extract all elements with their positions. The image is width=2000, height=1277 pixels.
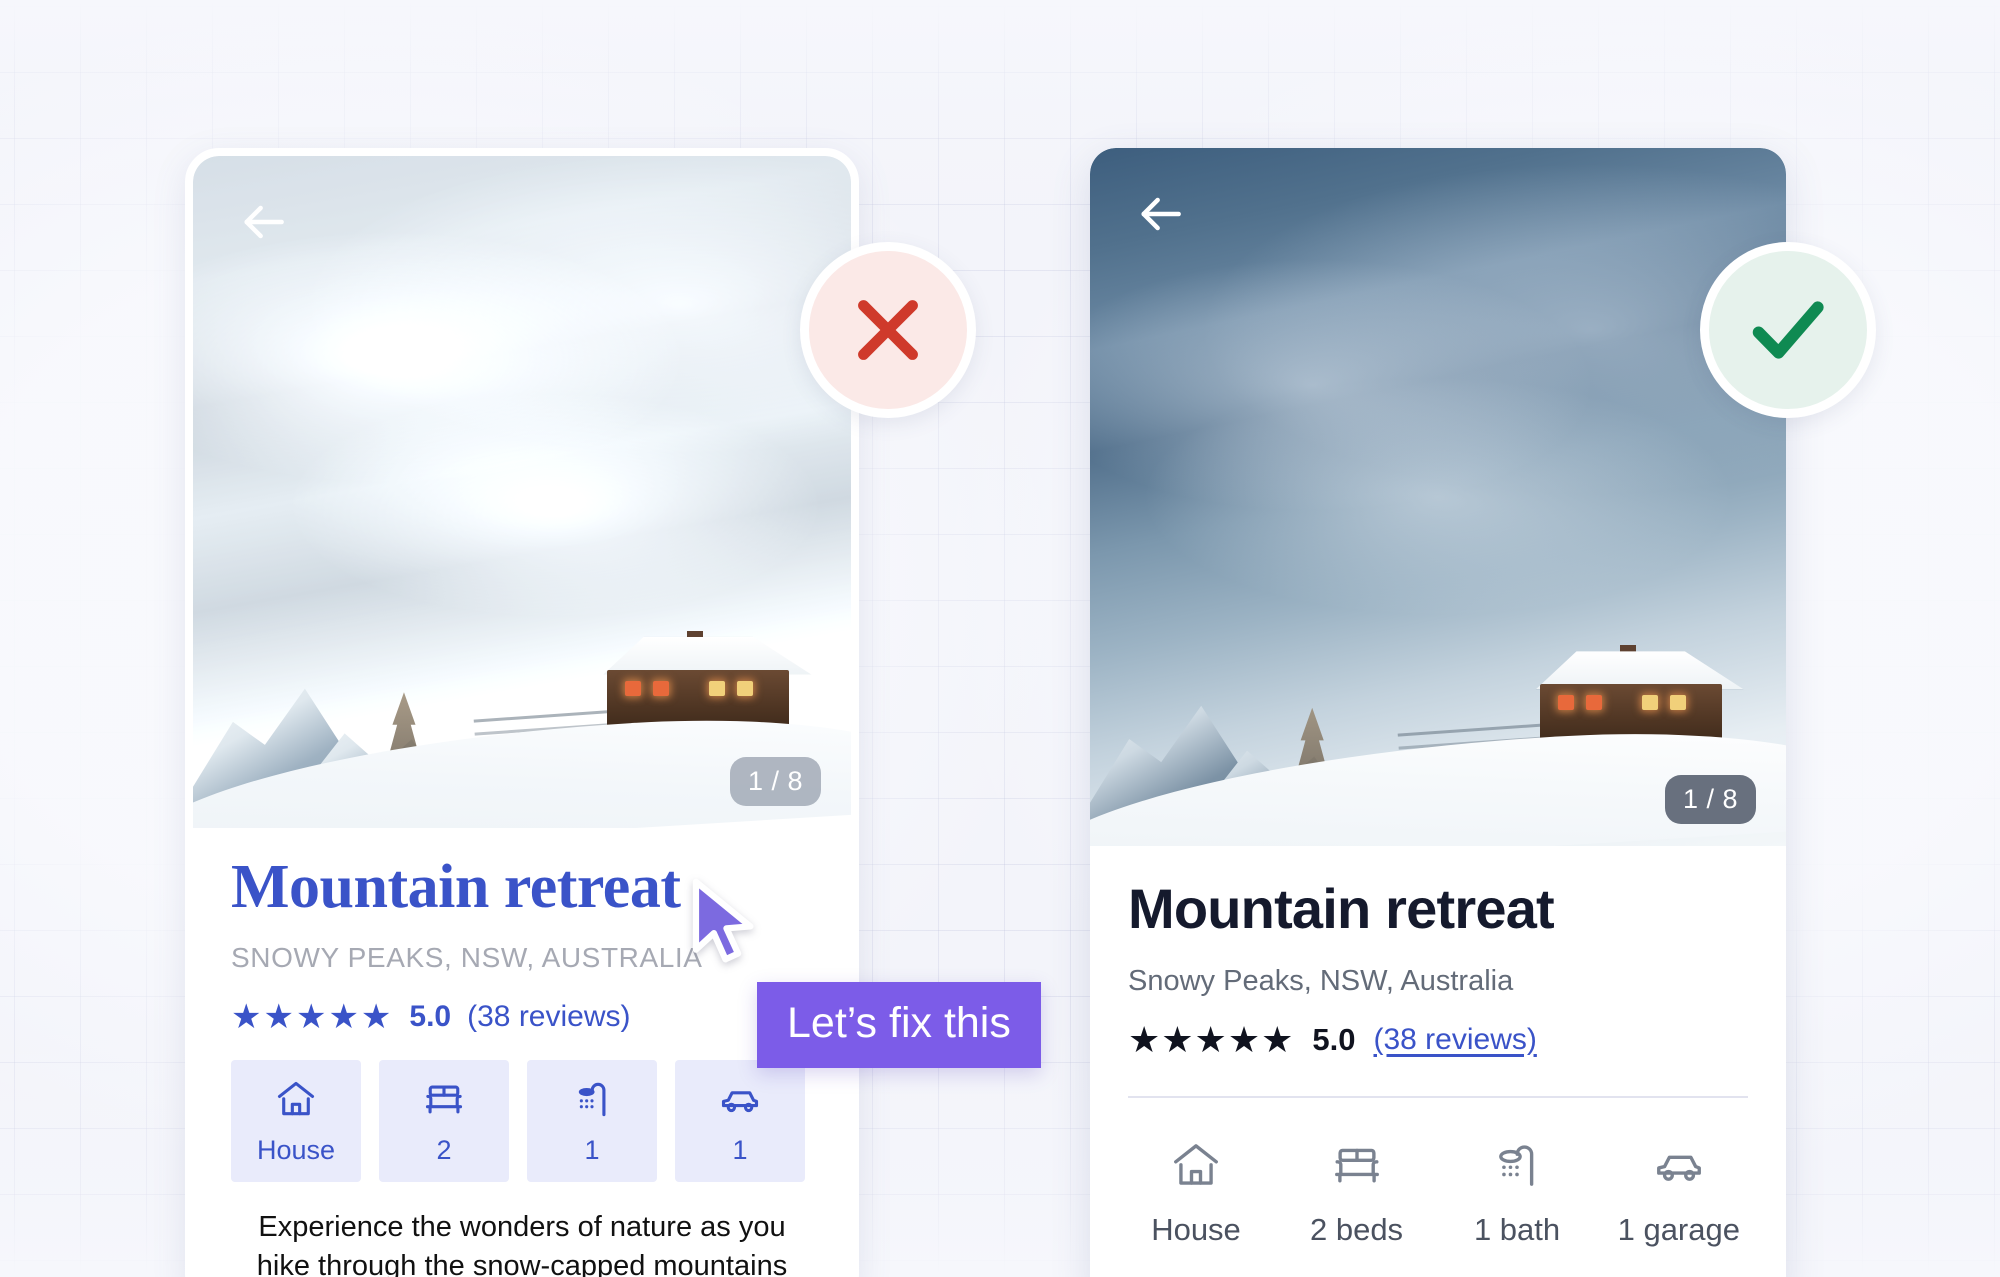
error-status-badge	[800, 242, 976, 418]
photo-counter-badge[interactable]: 1 / 8	[729, 757, 821, 806]
success-status-badge	[1700, 242, 1876, 418]
section-divider	[1128, 1095, 1748, 1098]
rating-value: 5.0	[409, 1000, 452, 1033]
cabin-roof	[603, 636, 812, 675]
check-icon	[1752, 301, 1824, 359]
listing-location: SNOWY PEAKS, NSW, AUSTRALIA	[231, 942, 703, 973]
cabin-window	[709, 680, 726, 696]
feature-label: 1 bath	[1473, 1211, 1561, 1247]
star-rating-icon: ★★★★★	[1128, 1018, 1295, 1060]
rating-row: ★★★★★ 5.0 (38 reviews)	[231, 1000, 813, 1034]
after-listing-card: 1 / 8 Mountain retreat Snowy Peaks, NSW,…	[1090, 148, 1786, 1277]
shower-icon	[578, 1082, 606, 1116]
house-icon	[277, 1081, 315, 1115]
cabin-window	[653, 680, 670, 696]
good-hero-image: 1 / 8	[1090, 148, 1786, 846]
cabin-window	[1557, 695, 1574, 711]
feature-chip-garage[interactable]: 1	[675, 1060, 805, 1182]
feature-label: 1 garage	[1617, 1211, 1740, 1247]
back-button[interactable]	[1132, 186, 1188, 242]
bed-icon	[425, 1085, 463, 1113]
feature-garage[interactable]: 1 garage	[1618, 1138, 1740, 1248]
rating-value: 5.0	[1312, 1021, 1356, 1057]
shower-icon	[1499, 1145, 1534, 1186]
cabin-window	[1669, 695, 1686, 711]
feature-chip-label: 1	[584, 1134, 600, 1165]
cabin-window	[737, 680, 754, 696]
good-feature-list: House 2 beds 1 bath 1 garage	[1128, 1138, 1748, 1248]
feature-label: House	[1151, 1211, 1241, 1247]
listing-description: Experience the wonders of nature as you …	[256, 1211, 788, 1277]
bad-hero-image: 1 / 8	[193, 156, 851, 828]
feature-chip-bath[interactable]: 1	[527, 1060, 657, 1182]
feature-house[interactable]: House	[1136, 1138, 1256, 1248]
page-title: Mountain retreat	[231, 853, 681, 921]
listing-location: Snowy Peaks, NSW, Australia	[1128, 964, 1514, 997]
feature-chip-label: 1	[732, 1134, 748, 1165]
feature-chip-house[interactable]: House	[231, 1060, 361, 1182]
star-rating-icon: ★★★★★	[231, 998, 394, 1036]
reviews-count: (38 reviews)	[467, 1000, 631, 1033]
before-listing-card: 1 / 8 Mountain retreat SNOWY PEAKS, NSW,…	[185, 148, 859, 1277]
good-card-body: Mountain retreat Snowy Peaks, NSW, Austr…	[1090, 877, 1786, 1248]
car-icon	[721, 1090, 759, 1112]
back-button[interactable]	[235, 194, 291, 250]
feature-chip-label: 2	[436, 1134, 452, 1165]
house-icon	[1174, 1143, 1218, 1185]
photo-counter-badge[interactable]: 1 / 8	[1664, 775, 1756, 824]
feature-chip-label: House	[256, 1134, 336, 1165]
cabin-window	[625, 680, 642, 696]
cabin-window	[1641, 695, 1658, 711]
feature-beds[interactable]: 2 beds	[1297, 1138, 1417, 1248]
feature-label: 2 beds	[1309, 1211, 1404, 1247]
rating-row: ★★★★★ 5.0 (38 reviews)	[1128, 1018, 1748, 1060]
reviews-link[interactable]: (38 reviews)	[1373, 1023, 1536, 1057]
arrow-left-icon	[244, 205, 284, 239]
page-title: Mountain retreat	[1128, 877, 1555, 940]
bad-card-body: Mountain retreat SNOWY PEAKS, NSW, AUSTR…	[193, 856, 851, 1277]
bed-icon	[1334, 1148, 1379, 1183]
feature-bath[interactable]: 1 bath	[1457, 1138, 1577, 1248]
cabin-window	[1585, 695, 1602, 711]
bad-feature-chip-list: House 2 1 1	[231, 1060, 813, 1182]
feature-chip-beds[interactable]: 2	[379, 1060, 509, 1182]
annotation-tooltip: Let’s fix this	[757, 982, 1041, 1068]
car-icon	[1656, 1155, 1701, 1181]
cross-icon	[858, 300, 918, 360]
arrow-left-icon	[1141, 197, 1181, 231]
